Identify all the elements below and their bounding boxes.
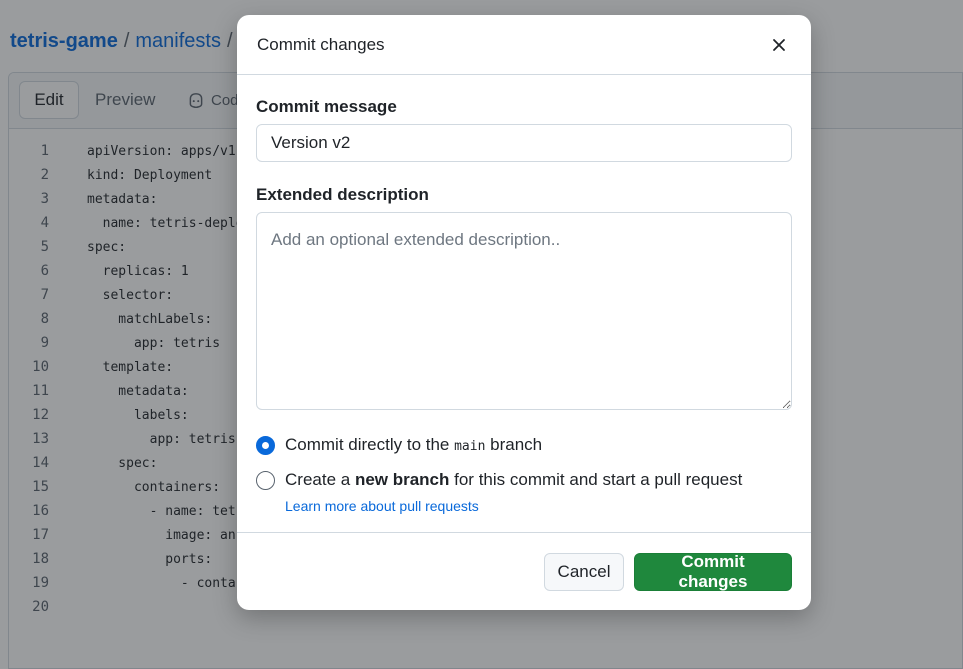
commit-message-input[interactable] (256, 124, 792, 162)
option-new-branch-label: Create a new branch for this commit and … (285, 470, 742, 490)
extended-description-textarea[interactable] (256, 212, 792, 410)
cancel-button[interactable]: Cancel (544, 552, 624, 591)
option-direct-suffix: branch (485, 435, 543, 454)
dialog-title: Commit changes (257, 34, 385, 54)
option-commit-directly-label: Commit directly to the main branch (285, 435, 542, 455)
option-new-bold: new branch (354, 470, 450, 489)
option-commit-directly[interactable]: Commit directly to the main branch (256, 435, 792, 455)
close-icon (773, 38, 785, 51)
branch-name: main (454, 439, 486, 454)
option-new-suffix: for this commit and start a pull request (449, 470, 743, 489)
dialog-body: Commit message Extended description Comm… (237, 75, 811, 514)
commit-changes-dialog: Commit changes Commit message Extended d… (237, 15, 811, 610)
learn-more-link[interactable]: Learn more about pull requests (285, 498, 792, 514)
extended-description-label: Extended description (256, 185, 429, 204)
dialog-footer: Cancel Commit changes (237, 532, 811, 610)
commit-changes-button[interactable]: Commit changes (634, 552, 792, 591)
close-button[interactable] (767, 33, 791, 57)
radio-new-branch[interactable] (256, 470, 275, 490)
option-new-branch[interactable]: Create a new branch for this commit and … (256, 470, 792, 490)
radio-commit-directly[interactable] (256, 435, 275, 455)
option-direct-prefix: Commit directly to the (285, 435, 455, 454)
commit-message-label: Commit message (256, 97, 397, 116)
dialog-header: Commit changes (237, 15, 811, 75)
option-new-prefix: Create a (285, 470, 355, 489)
